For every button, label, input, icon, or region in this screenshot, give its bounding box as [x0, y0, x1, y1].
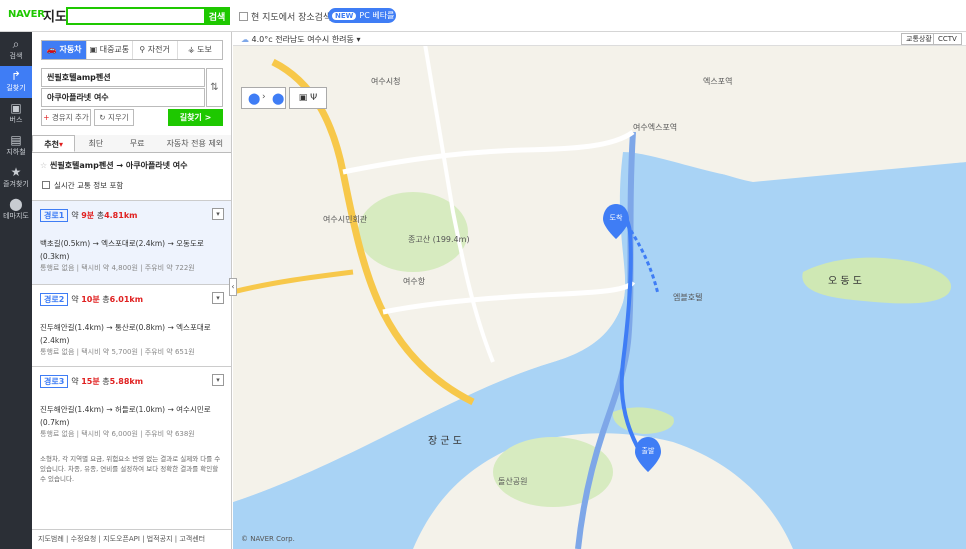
- transport-mode-tabs: 🚗 자동차 ▣ 대중교통 ⚲ 자전거 ⚶ 도보: [41, 40, 223, 60]
- bus-icon: ▣: [298, 93, 308, 103]
- star-icon[interactable]: ☆: [40, 161, 47, 170]
- copyright: © NAVER Corp.: [241, 535, 295, 543]
- directions-panel: 🚗 자동차 ▣ 대중교통 ⚲ 자전거 ⚶ 도보 씬필호텔amp펜션 아쿠아플라넷…: [32, 32, 232, 549]
- end-point-field[interactable]: 아쿠아플라넷 여수: [41, 88, 205, 107]
- car-icon: 🚗: [46, 45, 57, 54]
- route-meta: 통행료 없음 | 택시비 약 5,700원 | 주유비 약 651원: [40, 348, 195, 356]
- mode-bicycle[interactable]: ⚲ 자전거: [131, 41, 177, 59]
- subway-icon: ▤: [10, 133, 22, 147]
- beta-label: PC 베타를 체험해 보기 >: [359, 11, 396, 20]
- nav-subway[interactable]: ▤ 지하철: [0, 130, 32, 162]
- collapse-panel-button[interactable]: ‹: [229, 278, 237, 296]
- traffic-layer-button[interactable]: 교통상황: [901, 33, 937, 45]
- route-summary: ☆ 씬필호텔amp펜션 → 아쿠아플라넷 여수: [40, 161, 188, 170]
- realtime-traffic-checkbox[interactable]: [42, 181, 50, 189]
- search-input[interactable]: [66, 7, 204, 25]
- area-search-label: 현 지도에서 장소검색: [251, 13, 332, 23]
- realtime-traffic-label: 실시간 교통 정보 포함: [54, 181, 124, 190]
- map-logo-text[interactable]: 지도: [43, 6, 67, 25]
- nav-directions[interactable]: ↱ 길찾기: [0, 66, 32, 98]
- area-search-checkbox[interactable]: [239, 12, 248, 21]
- place-label[interactable]: 여수시민회관: [323, 214, 368, 224]
- panel-footer[interactable]: 지도범례 | 수정요청 | 지도오픈API | 법적공지 | 고객센터: [32, 529, 231, 549]
- nav-theme-map[interactable]: ⬤ 테마지도: [0, 194, 32, 226]
- bicycle-icon: ⚲: [139, 45, 146, 54]
- mode-walk[interactable]: ⚶ 도보: [176, 41, 222, 59]
- place-label[interactable]: 여수엑스포역: [633, 122, 677, 132]
- tab-recommended[interactable]: 추천▾: [32, 135, 76, 152]
- naver-logo[interactable]: NAVER: [8, 9, 45, 20]
- route-card-1[interactable]: 경로1 약 9분 총4.81km ▾ 백초길(0.5km) → 엑스포대로(2.4…: [32, 200, 231, 284]
- island-label[interactable]: 장 군 도: [428, 435, 462, 447]
- route-header: 경로2 약 10분 총6.01km: [40, 293, 143, 306]
- mode-transit[interactable]: ▣ 대중교통: [86, 41, 131, 59]
- poi-filter-tool[interactable]: ▣ Ψ: [289, 87, 327, 109]
- place-label[interactable]: 돌산공원: [498, 476, 527, 486]
- route-meta: 통행료 없음 | 택시비 약 4,800원 | 주유비 약 722원: [40, 264, 195, 272]
- star-icon: ★: [10, 165, 22, 179]
- north-land: [623, 32, 966, 178]
- tab-shortest[interactable]: 최단: [75, 135, 116, 152]
- chevron-down-icon[interactable]: ▾: [356, 35, 360, 44]
- place-label[interactable]: 여수시청: [371, 76, 400, 86]
- mountain-label[interactable]: 종고산 (199.4m): [408, 234, 470, 244]
- route-card-2[interactable]: 경로2 약 10분 총6.01km ▾ 진두해안길(1.4km) → 통산로(0.…: [32, 284, 231, 366]
- end-marker-label: 도착: [610, 214, 623, 222]
- plus-icon: +: [43, 113, 50, 122]
- bus-icon: ▣: [10, 101, 22, 115]
- find-route-button[interactable]: 길찾기 >: [168, 109, 223, 126]
- route-header: 경로1 약 9분 총4.81km: [40, 209, 137, 222]
- restaurant-icon: Ψ: [310, 93, 318, 103]
- chevron-down-icon[interactable]: ▾: [212, 208, 224, 220]
- tab-exclude-highway[interactable]: 자동차 전용 제외: [158, 135, 231, 152]
- route-meta: 통행료 없음 | 택시비 약 6,000원 | 주유비 약 638원: [40, 430, 195, 438]
- beta-button[interactable]: NEWPC 베타를 체험해 보기 >: [328, 8, 396, 23]
- weather-icon: ☁: [241, 35, 249, 44]
- place-label[interactable]: 여수항: [403, 276, 426, 286]
- route-path: 진두해안길(1.4km) → 통산로(0.8km) → 엑스포대로(2.4km): [40, 323, 211, 345]
- clear-button[interactable]: ↻ 지우기: [94, 109, 134, 126]
- chevron-right-icon: ›: [262, 92, 266, 102]
- route-option-tabs: 추천▾ 최단 무료 자동차 전용 제외: [32, 135, 231, 153]
- tab-free[interactable]: 무료: [117, 135, 158, 152]
- directions-icon: ↱: [10, 69, 22, 83]
- map-view[interactable]: 출발 도착 여수시청 여수엑스포역 엑스포역 여수시민회관 여수항 엠블호텔 돌…: [233, 32, 966, 549]
- bus-icon: ▣: [89, 45, 98, 54]
- notice-text: 소형차, 각 지역별 요금, 위험요소 반영 없는 결과로 실제와 다를 수 있…: [40, 455, 221, 483]
- place-label[interactable]: 엠블호텔: [673, 292, 702, 302]
- left-navigation: ⌕ 검색 ↱ 길찾기 ▣ 버스 ▤ 지하철 ★ 즐겨찾기 ⬤ 테마지도: [0, 32, 32, 549]
- map-top-bar: ☁ 4.0°c 전라남도 여수시 한려동 ▾ 교통상황 CCTV: [233, 32, 966, 46]
- map-canvas[interactable]: 출발 도착 여수시청 여수엑스포역 엑스포역 여수시민회관 여수항 엠블호텔 돌…: [233, 32, 966, 549]
- nav-search[interactable]: ⌕ 검색: [0, 34, 32, 66]
- chevron-down-icon[interactable]: ▾: [212, 374, 224, 386]
- top-bar: NAVER 지도 검색 현 지도에서 장소검색 NEWPC 베타를 체험해 보기…: [0, 0, 966, 32]
- refresh-icon: ↻: [99, 113, 106, 122]
- mode-car[interactable]: 🚗 자동차: [42, 41, 87, 59]
- route-card-3[interactable]: 경로3 약 15분 총5.88km ▾ 진두해안길(1.4km) → 허들로(1.…: [32, 366, 231, 448]
- weather-info: ☁ 4.0°c 전라남도 여수시 한려동 ▾: [241, 35, 361, 44]
- new-badge: NEW: [332, 12, 357, 20]
- route-toggle-tool[interactable]: ⬤ › ⬤: [241, 87, 286, 109]
- swap-icon[interactable]: ⇅: [206, 68, 223, 107]
- search-button[interactable]: 검색: [204, 7, 230, 25]
- nav-bus[interactable]: ▣ 버스: [0, 98, 32, 130]
- pin-icon: ⬤: [272, 92, 285, 105]
- island-label[interactable]: 오 동 도: [828, 275, 862, 287]
- walk-icon: ⚶: [187, 45, 195, 54]
- pin-icon: ⬤: [9, 197, 23, 211]
- search-icon: ⌕: [12, 37, 20, 51]
- nav-favorites[interactable]: ★ 즐겨찾기: [0, 162, 32, 194]
- cctv-layer-button[interactable]: CCTV: [933, 33, 962, 45]
- start-marker-label: 출발: [642, 446, 655, 455]
- chevron-down-icon: ▾: [58, 140, 63, 149]
- pin-icon: ⬤: [248, 92, 261, 105]
- place-label[interactable]: 엑스포역: [703, 76, 732, 86]
- add-waypoint-button[interactable]: + 경유지 추가: [41, 109, 91, 126]
- route-header: 경로3 약 15분 총5.88km: [40, 375, 143, 388]
- chevron-down-icon[interactable]: ▾: [212, 292, 224, 304]
- route-path: 진두해안길(1.4km) → 허들로(1.0km) → 여수시민로(0.7km): [40, 405, 211, 427]
- start-point-field[interactable]: 씬필호텔amp펜션: [41, 68, 205, 87]
- route-path: 백초길(0.5km) → 엑스포대로(2.4km) → 오동도로(0.3km): [40, 239, 204, 261]
